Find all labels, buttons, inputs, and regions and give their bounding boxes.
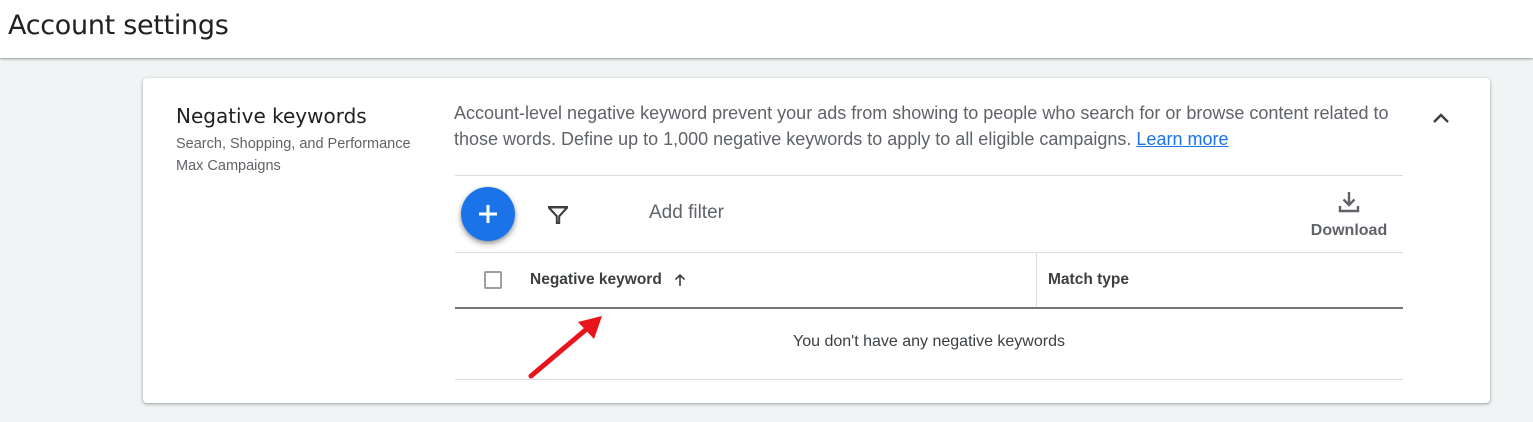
page-title: Account settings	[8, 10, 229, 41]
learn-more-link[interactable]: Learn more	[1136, 129, 1228, 149]
negative-keywords-card: Negative keywords Search, Shopping, and …	[143, 78, 1490, 403]
download-label[interactable]: Download	[1310, 222, 1388, 240]
add-filter-button[interactable]: Add filter	[649, 202, 724, 224]
column-header-match-type[interactable]: Match type	[1048, 271, 1129, 289]
filter-button[interactable]	[545, 202, 571, 228]
description-text: Account-level negative keyword prevent y…	[454, 103, 1389, 149]
column-header-negative-keyword[interactable]: Negative keyword	[530, 271, 688, 289]
download-icon	[1338, 192, 1360, 213]
add-negative-keyword-button[interactable]	[461, 187, 515, 241]
plus-icon	[479, 205, 497, 223]
top-bar: Account settings	[0, 0, 1533, 58]
collapse-button[interactable]	[1427, 104, 1455, 132]
column-separator	[1036, 253, 1037, 307]
annotation-arrow-icon	[528, 316, 602, 379]
section-subtitle: Search, Shopping, and Performance Max Ca…	[176, 136, 411, 174]
column-label: Negative keyword	[530, 271, 662, 288]
chevron-up-icon	[1433, 113, 1449, 123]
section-description: Account-level negative keyword prevent y…	[454, 100, 1404, 152]
arrow-up-icon	[672, 272, 688, 288]
section-title: Negative keywords	[176, 104, 367, 128]
funnel-icon	[548, 206, 568, 224]
select-all-checkbox[interactable]	[484, 271, 502, 289]
download-button[interactable]	[1336, 188, 1362, 216]
divider	[455, 175, 1403, 176]
